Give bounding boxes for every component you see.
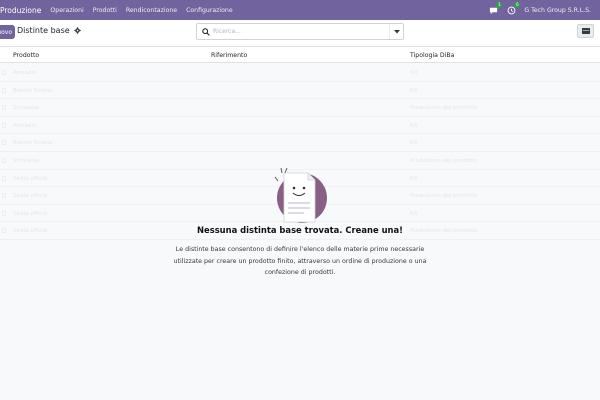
control-panel: Nuovo Distinte base <box>0 20 600 47</box>
table-cell: Sedia ufficio <box>13 175 48 182</box>
table-cell: Armadio <box>13 70 37 76</box>
row-checkbox <box>2 105 6 111</box>
table-cell: Sedia ufficio <box>13 210 48 217</box>
table-cell: Produzione del prodotto <box>410 105 477 112</box>
table-cell: Produzione del prodotto <box>410 193 477 200</box>
table-cell: Scrivania <box>13 105 39 112</box>
row-checkbox <box>2 87 6 93</box>
table-cell: Kit <box>410 70 418 76</box>
row-checkbox <box>2 228 6 234</box>
table-row: Scrivania Produzione del prodotto <box>0 99 600 117</box>
menu-rendicontazione[interactable]: Rendicontazione <box>126 7 177 14</box>
page-title: Distinte base <box>17 26 70 35</box>
menu-prodotti[interactable]: Prodotti <box>93 7 117 14</box>
list-view-icon <box>581 28 590 34</box>
menu-configurazione[interactable]: Configurazione <box>186 7 233 14</box>
column-riferimento[interactable]: Riferimento <box>211 52 247 59</box>
list-view-button[interactable] <box>577 24 594 38</box>
search-bar <box>196 23 404 40</box>
table-cell: Sedia ufficio <box>13 228 48 235</box>
row-checkbox <box>2 175 6 181</box>
activity-badge: 6 <box>514 2 521 8</box>
table-cell: Armadio <box>13 122 37 129</box>
chat-icon[interactable]: 1 <box>488 2 503 15</box>
table-cell: Sedia ufficio <box>13 193 48 200</box>
table-cell: Banchi Scuola <box>13 87 53 94</box>
navbar-systray: 1 6 G Tech Group S.R.L.S. <box>488 0 591 20</box>
table-cell: Kit <box>410 87 418 94</box>
empty-document-illustration <box>274 167 327 223</box>
new-button[interactable]: Nuovo <box>0 25 15 39</box>
company-switcher[interactable]: G Tech Group S.R.L.S. <box>524 7 591 14</box>
row-checkbox <box>2 158 6 163</box>
empty-state-text: Le distinte base consentono di definire … <box>173 246 427 277</box>
search-input[interactable] <box>213 26 383 37</box>
row-checkbox <box>2 193 6 199</box>
chat-badge: 1 <box>496 2 503 8</box>
table-row: Armadio Kit <box>0 64 600 82</box>
row-checkbox <box>2 210 6 216</box>
table-row: Banchi Scuola Kit <box>0 82 600 100</box>
caret-down-icon <box>393 29 400 33</box>
menu-operazioni[interactable]: Operazioni <box>50 7 83 14</box>
search-options-toggle[interactable] <box>389 24 403 39</box>
empty-state-title: Nessuna distinta base trovata. Creane un… <box>197 225 403 235</box>
row-checkbox <box>2 140 6 146</box>
table-cell: Kit <box>410 210 418 217</box>
column-prodotto[interactable]: Prodotto <box>13 52 39 59</box>
table-cell: Kit <box>410 122 418 129</box>
search-icon <box>202 28 210 36</box>
table-cell: Banchi Scuola <box>13 140 53 147</box>
table-cell: Scrivania <box>13 158 39 164</box>
row-checkbox <box>2 122 6 128</box>
top-navbar: Produzione Operazioni Prodotti Rendicont… <box>0 0 600 20</box>
table-row: Banchi Scuola Kit <box>0 134 600 152</box>
table-row: Armadio Kit <box>0 117 600 135</box>
column-tipologia[interactable]: Tipologia DiBa <box>410 52 454 59</box>
activity-clock-icon[interactable]: 6 <box>506 2 521 15</box>
breadcrumb: Distinte base <box>17 26 81 35</box>
table-cell: Kit <box>410 175 418 182</box>
gear-icon[interactable] <box>73 27 81 34</box>
list-header: Prodotto Riferimento Tipologia DiBa <box>0 47 600 63</box>
table-cell: Kit <box>410 140 418 147</box>
row-checkbox <box>2 70 6 75</box>
app-name[interactable]: Produzione <box>0 6 41 15</box>
table-cell: Produzione del prodotto <box>410 158 477 164</box>
